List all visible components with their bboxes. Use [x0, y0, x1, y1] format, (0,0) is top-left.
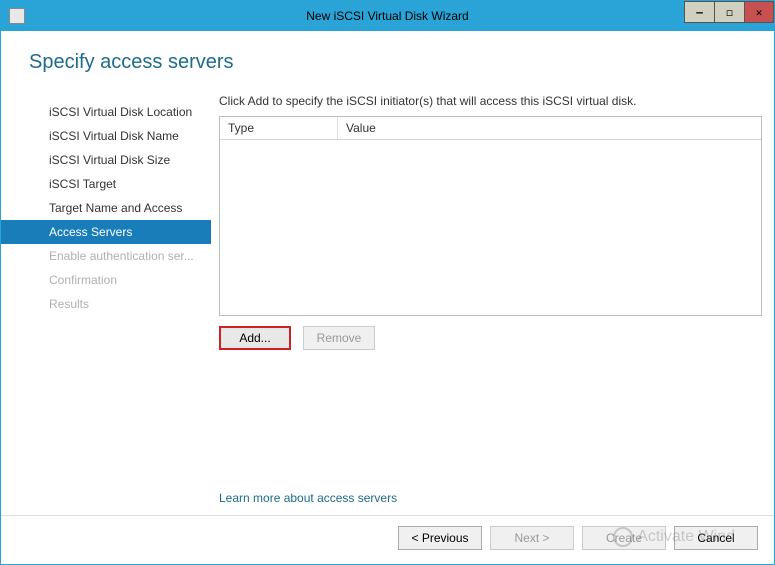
instruction-text: Click Add to specify the iSCSI initiator… — [219, 94, 762, 108]
content-area: Specify access servers iSCSI Virtual Dis… — [1, 31, 774, 564]
titlebar: New iSCSI Virtual Disk Wizard — ◻ ✕ — [1, 1, 774, 31]
step-disk-name[interactable]: iSCSI Virtual Disk Name — [1, 124, 211, 148]
step-target-name[interactable]: Target Name and Access — [1, 196, 211, 220]
wizard-window: New iSCSI Virtual Disk Wizard — ◻ ✕ Spec… — [0, 0, 775, 565]
step-confirmation: Confirmation — [1, 268, 211, 292]
column-type[interactable]: Type — [220, 117, 338, 139]
table-header: Type Value — [220, 117, 761, 140]
remove-button: Remove — [303, 326, 375, 350]
step-results: Results — [1, 292, 211, 316]
create-button: Create — [582, 526, 666, 550]
step-access-servers[interactable]: Access Servers — [1, 220, 211, 244]
step-authentication: Enable authentication ser... — [1, 244, 211, 268]
window-title: New iSCSI Virtual Disk Wizard — [1, 9, 774, 23]
table-buttons: Add... Remove — [219, 326, 762, 350]
previous-button[interactable]: < Previous — [398, 526, 482, 550]
wizard-footer: < Previous Next > Create Cancel — [1, 515, 774, 564]
cancel-button[interactable]: Cancel — [674, 526, 758, 550]
step-disk-size[interactable]: iSCSI Virtual Disk Size — [1, 148, 211, 172]
main-panel: Click Add to specify the iSCSI initiator… — [211, 94, 762, 515]
page-title: Specify access servers — [29, 51, 746, 74]
wizard-steps-sidebar: iSCSI Virtual Disk Location iSCSI Virtua… — [1, 94, 211, 515]
step-disk-location[interactable]: iSCSI Virtual Disk Location — [1, 100, 211, 124]
initiators-table[interactable]: Type Value — [219, 116, 762, 316]
learn-more-link[interactable]: Learn more about access servers — [219, 471, 762, 515]
step-target[interactable]: iSCSI Target — [1, 172, 211, 196]
column-value[interactable]: Value — [338, 117, 761, 139]
body-area: iSCSI Virtual Disk Location iSCSI Virtua… — [1, 84, 774, 515]
next-button: Next > — [490, 526, 574, 550]
page-header: Specify access servers — [1, 31, 774, 84]
add-button[interactable]: Add... — [219, 326, 291, 350]
